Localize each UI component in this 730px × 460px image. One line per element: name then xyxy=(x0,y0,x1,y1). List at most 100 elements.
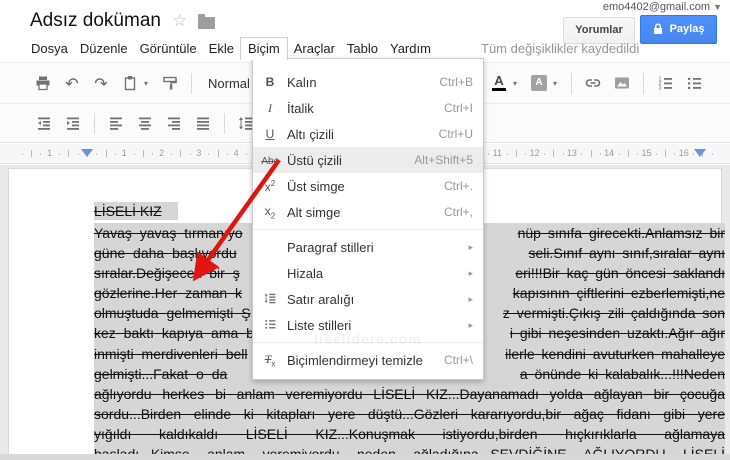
menu-item-label: Altı çizili xyxy=(287,126,334,142)
redo-icon[interactable]: ↷ xyxy=(90,72,112,94)
menubar-item-ekle[interactable]: Ekle xyxy=(203,38,240,59)
doc-text-left-fragment: sıralar.Değişecek bir ş xyxy=(94,265,240,282)
ruler-tick xyxy=(665,150,667,157)
printer-icon[interactable] xyxy=(32,72,54,94)
star-icon[interactable]: ☆ xyxy=(172,11,187,31)
document-title-input[interactable]: Adsız doküman xyxy=(30,10,161,32)
comments-button[interactable]: Yorumlar xyxy=(563,17,635,44)
format-menu-item--st-simge[interactable]: x2 Üst simge Ctrl+. xyxy=(253,173,483,199)
ruler-tick xyxy=(189,153,191,155)
ruler-tick xyxy=(655,153,657,155)
align-left-icon[interactable] xyxy=(105,112,127,134)
ruler-number: 11 xyxy=(492,148,502,158)
align-justify-icon[interactable] xyxy=(192,112,214,134)
ruler-tick xyxy=(40,153,42,155)
submenu-arrow-icon: ▸ xyxy=(468,267,473,278)
doc-text-left-fragment: Yavaş yavaş tırmanıyo xyxy=(94,225,243,241)
chevron-down-icon[interactable]: ▾ xyxy=(513,79,521,88)
superscript-icon: x2 xyxy=(264,178,276,194)
highlight-color-icon[interactable]: A xyxy=(528,72,550,94)
watermark: liselidere.com xyxy=(314,331,422,347)
doc-text-right-fragment: ilerle kendini avuturken mahalleye xyxy=(505,345,725,362)
format-menu-item-bi-imlendirmeyi-temizle[interactable]: Tx Biçimlendirmeyi temizle Ctrl+\ xyxy=(253,347,483,373)
line-spacing-sm-icon xyxy=(253,291,287,308)
ruler-tick xyxy=(543,153,545,155)
ruler-tick xyxy=(96,153,98,155)
account-email: emo4402@gmail.com xyxy=(602,1,711,13)
insert-image-icon[interactable] xyxy=(611,72,633,94)
format-menu-item-kal-n[interactable]: B Kalın Ctrl+B xyxy=(253,69,483,95)
chevron-down-icon[interactable]: ▾ xyxy=(144,79,152,88)
chevron-down-icon[interactable]: ▾ xyxy=(553,79,561,88)
format-menu-item-alt-izili[interactable]: U Altı çizili Ctrl+U xyxy=(253,121,483,147)
menubar-item-tablo[interactable]: Tablo xyxy=(341,38,384,59)
ruler-tick xyxy=(627,150,629,157)
format-menu-item-paragraf-stilleri[interactable]: Paragraf stilleri ▸ xyxy=(253,234,483,260)
menu-item-shortcut: Ctrl+I xyxy=(443,101,473,115)
doc-text-line[interactable]: sordu...Birden elinde ki kitapları yere … xyxy=(94,403,725,424)
format-menu-item--st-izili[interactable]: Abc Üstü çizili Alt+Shift+5 xyxy=(253,147,483,173)
menu-item-shortcut: Ctrl+\ xyxy=(443,353,473,367)
bullet-list-icon[interactable] xyxy=(683,72,705,94)
ruler-number: 15 xyxy=(641,148,652,158)
format-menu-item-alt-simge[interactable]: x2 Alt simge Ctrl+, xyxy=(253,199,483,225)
numbered-list-icon[interactable]: 123 xyxy=(654,72,676,94)
ruler-tick xyxy=(711,153,713,155)
ruler-number: 1 xyxy=(121,148,127,158)
menu-item-label: Alt simge xyxy=(287,204,341,220)
toolbar-separator xyxy=(571,72,572,94)
format-menu-item-hizala[interactable]: Hizala ▸ xyxy=(253,260,483,286)
align-right-icon[interactable] xyxy=(163,112,185,134)
menu-item-shortcut: Alt+Shift+5 xyxy=(414,153,473,167)
ruler-tick xyxy=(599,153,601,155)
ruler-tick xyxy=(142,150,144,157)
share-button[interactable]: Paylaş xyxy=(640,15,717,44)
indent-icon[interactable] xyxy=(62,112,84,134)
ruler-number: 3 xyxy=(196,148,202,158)
doc-title-line[interactable]: LİSELİ KIZ xyxy=(94,202,178,220)
align-center-icon[interactable] xyxy=(134,112,156,134)
ruler-number: 2 xyxy=(159,148,165,158)
account-menu[interactable]: emo4402@gmail.com ▼ xyxy=(603,1,722,13)
menubar-item-yardım[interactable]: Yardım xyxy=(384,38,437,59)
doc-text-right-fragment: eri!!!Bir kaç gün öncesi saklandı xyxy=(515,265,725,282)
menubar-item-görüntüle[interactable]: Görüntüle xyxy=(134,38,203,59)
menu-item-label: Paragraf stilleri xyxy=(287,239,374,255)
doc-text-right-fragment: z vermişti.Çıkış zili çaldığında son xyxy=(502,305,725,322)
doc-text-left-fragment: güne daha başlıyordu xyxy=(94,245,237,262)
paint-format-icon[interactable] xyxy=(159,72,181,94)
menubar-item-dosya[interactable]: Dosya xyxy=(25,38,74,59)
ruler-tick xyxy=(21,153,23,155)
paint-bucket-icon[interactable] xyxy=(119,72,141,94)
menu-item-label: İtalik xyxy=(287,100,314,116)
menu-item-label: Satır aralığı xyxy=(287,291,355,307)
doc-text-line[interactable]: yığıldı kaldıkaldı LİSELİ KIZ...Konuşmak… xyxy=(94,423,725,445)
format-menu-item-i-talik[interactable]: I İtalik Ctrl+I xyxy=(253,95,483,121)
toolbar-separator xyxy=(643,72,644,94)
undo-icon[interactable]: ↶ xyxy=(61,72,83,94)
menu-item-label: Üstü çizili xyxy=(287,152,342,168)
doc-text-right-fragment: a önünde ki kalabalık...!!!Neden xyxy=(519,365,725,382)
subscript-icon: x2 xyxy=(264,203,276,221)
format-menu-item-sat-r-aral-[interactable]: Satır aralığı ▸ xyxy=(253,286,483,312)
ruler-tick xyxy=(506,153,508,155)
ruler-number: 16 xyxy=(678,148,689,158)
menu-bar: Dosya Düzenle Görüntüle Ekle Biçim Araçlar Tab… xyxy=(25,36,437,60)
doc-text-left-fragment: gelmişti...Fakat o da xyxy=(94,365,228,382)
indent-marker[interactable] xyxy=(81,149,93,157)
indent-marker[interactable] xyxy=(694,149,706,157)
menubar-item-araçlar[interactable]: Araçlar xyxy=(288,38,341,59)
insert-link-icon[interactable] xyxy=(582,72,604,94)
folder-icon[interactable] xyxy=(198,14,215,29)
text-color-icon[interactable]: A xyxy=(488,72,510,94)
ruler-tick xyxy=(68,150,70,157)
outdent-icon[interactable] xyxy=(33,112,55,134)
doc-text-right-fragment: seli.Sınıf aynı sınıf,sıralar aynı xyxy=(528,245,725,262)
ruler-tick xyxy=(581,153,583,155)
menubar-item-biçim[interactable]: Biçim xyxy=(239,36,288,60)
ruler-tick xyxy=(226,153,228,155)
menubar-item-düzenle[interactable]: Düzenle xyxy=(74,38,134,59)
doc-text-right-fragment: kapısının çiftlerini ezberlemişti,ne xyxy=(512,285,725,302)
doc-text-line[interactable]: ağlıyordu herkes bi anlam veremiyordu Lİ… xyxy=(94,383,725,404)
toolbar-separator xyxy=(224,112,225,134)
